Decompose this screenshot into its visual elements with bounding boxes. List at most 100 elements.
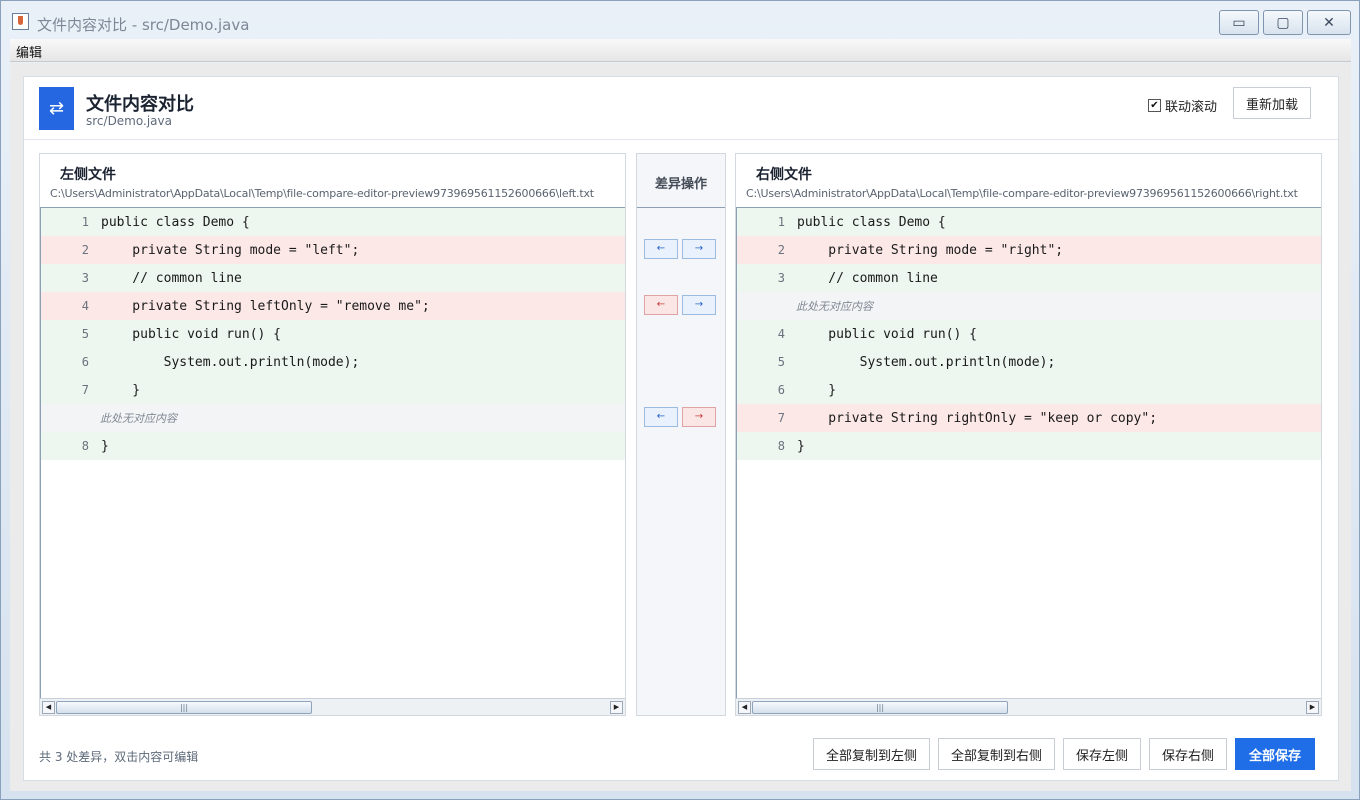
copy-to-right-button[interactable]: →	[682, 239, 716, 259]
save-all-button[interactable]: 全部保存	[1235, 738, 1315, 770]
java-app-icon	[12, 13, 29, 30]
line-number: 5	[81, 327, 89, 341]
scroll-left-icon[interactable]: ◀	[738, 701, 751, 714]
line-number: 1	[81, 215, 89, 229]
copy-to-right-button[interactable]: →	[682, 295, 716, 315]
line-text: private String mode = "right";	[797, 242, 1064, 258]
code-line[interactable]: 3 // common line	[41, 264, 625, 292]
code-line[interactable]: 3 // common line	[737, 264, 1321, 292]
checkbox-checked-icon[interactable]: ✔	[1148, 99, 1161, 112]
save-left-button[interactable]: 保存左侧	[1063, 738, 1141, 770]
left-code-view[interactable]: 1 public class Demo { 2 private String mod…	[40, 207, 625, 698]
line-text: // common line	[797, 270, 938, 286]
code-line[interactable]: 1 public class Demo {	[737, 208, 1321, 236]
scroll-thumb[interactable]: |||	[56, 701, 312, 714]
code-line[interactable]: 2 private String mode = "left";	[41, 236, 625, 264]
line-text: }	[101, 438, 109, 454]
line-number: 8	[777, 439, 785, 453]
ops-divider	[637, 207, 725, 208]
right-horizontal-scrollbar[interactable]: ◀ ||| ▶	[736, 698, 1321, 715]
line-text: private String leftOnly = "remove me";	[101, 298, 430, 314]
line-number: 2	[777, 243, 785, 257]
code-line[interactable]: 2 private String mode = "right";	[737, 236, 1321, 264]
line-number: 1	[777, 215, 785, 229]
copy-to-left-button[interactable]: ←	[644, 239, 678, 259]
reload-button[interactable]: 重新加载	[1233, 87, 1311, 119]
line-number: 6	[777, 383, 785, 397]
sync-scroll-label: 联动滚动	[1165, 100, 1218, 115]
line-text: private String rightOnly = "keep or copy…	[797, 410, 1158, 426]
code-line[interactable]: 4 public void run() {	[737, 320, 1321, 348]
close-button[interactable]: ✕	[1307, 10, 1351, 35]
maximize-button[interactable]: ▢	[1263, 10, 1303, 35]
line-number: 7	[777, 411, 785, 425]
scroll-right-icon[interactable]: ▶	[1306, 701, 1319, 714]
copy-to-left-button[interactable]: ←	[644, 295, 678, 315]
copy-all-to-right-button[interactable]: 全部复制到右侧	[938, 738, 1055, 770]
placeholder-line[interactable]: 此处无对应内容	[41, 404, 625, 432]
minimize-icon: ▭	[1232, 14, 1246, 31]
minimize-button[interactable]: ▭	[1219, 10, 1259, 35]
line-text: System.out.println(mode);	[101, 354, 360, 370]
window-title: 文件内容对比 - src/Demo.java	[37, 16, 250, 34]
code-line[interactable]: 8}	[737, 432, 1321, 460]
menu-edit[interactable]: 编辑	[16, 42, 42, 61]
diff-op-row: ← →	[644, 407, 716, 427]
line-text: System.out.println(mode);	[797, 354, 1056, 370]
maximize-icon: ▢	[1276, 14, 1290, 31]
line-text: public class Demo {	[101, 214, 250, 230]
line-text: public class Demo {	[797, 214, 946, 230]
code-line[interactable]: 6 System.out.println(mode);	[41, 348, 625, 376]
page-subtitle: src/Demo.java	[86, 114, 172, 128]
close-icon: ✕	[1323, 14, 1335, 31]
swap-icon: ⇄	[39, 87, 74, 130]
code-line[interactable]: 5 public void run() {	[41, 320, 625, 348]
line-number: 4	[81, 299, 89, 313]
line-text: }	[797, 438, 805, 454]
compare-card: ⇄ 文件内容对比 src/Demo.java ✔ 联动滚动 重新加载 左侧文件 …	[23, 76, 1339, 781]
right-file-panel: 右侧文件 C:\Users\Administrator\AppData\Loca…	[735, 153, 1322, 716]
scroll-right-icon[interactable]: ▶	[610, 701, 623, 714]
line-number: 8	[81, 439, 89, 453]
line-text: private String mode = "left";	[101, 242, 360, 258]
no-match-placeholder: 此处无对应内容	[100, 412, 177, 425]
line-number: 4	[777, 327, 785, 341]
ops-title: 差异操作	[654, 177, 707, 192]
no-match-placeholder: 此处无对应内容	[796, 300, 873, 313]
code-line[interactable]: 7 }	[41, 376, 625, 404]
scroll-thumb[interactable]: |||	[752, 701, 1008, 714]
title-bar: 文件内容对比 - src/Demo.java ▭ ▢ ✕	[1, 1, 1359, 39]
app-window: 文件内容对比 - src/Demo.java ▭ ▢ ✕ 编辑 ⇄ 文件内容对比…	[0, 0, 1360, 800]
save-right-button[interactable]: 保存右侧	[1149, 738, 1227, 770]
left-horizontal-scrollbar[interactable]: ◀ ||| ▶	[40, 698, 625, 715]
scroll-left-icon[interactable]: ◀	[42, 701, 55, 714]
right-code-view[interactable]: 1 public class Demo { 2 private String mod…	[736, 207, 1321, 698]
code-line[interactable]: 6 }	[737, 376, 1321, 404]
line-number: 7	[81, 383, 89, 397]
window-controls: ▭ ▢ ✕	[1219, 10, 1351, 35]
copy-to-left-button[interactable]: ←	[644, 407, 678, 427]
line-number: 2	[81, 243, 89, 257]
code-line[interactable]: 7 private String rightOnly = "keep or co…	[737, 404, 1321, 432]
diff-op-row: ← →	[644, 239, 716, 259]
line-text: public void run() {	[101, 326, 282, 342]
placeholder-line[interactable]: 此处无对应内容	[737, 292, 1321, 320]
header: ⇄ 文件内容对比 src/Demo.java ✔ 联动滚动 重新加载	[24, 77, 1338, 140]
line-text: public void run() {	[797, 326, 978, 342]
line-number: 3	[81, 271, 89, 285]
right-panel-title: 右侧文件	[756, 167, 812, 183]
copy-to-right-button[interactable]: →	[682, 407, 716, 427]
code-line[interactable]: 8}	[41, 432, 625, 460]
diff-op-row: ← →	[644, 295, 716, 315]
line-text: }	[797, 382, 837, 398]
sync-scroll-toggle[interactable]: ✔ 联动滚动	[1148, 96, 1217, 115]
code-line[interactable]: 5 System.out.println(mode);	[737, 348, 1321, 376]
code-line[interactable]: 1 public class Demo {	[41, 208, 625, 236]
left-file-panel: 左侧文件 C:\Users\Administrator\AppData\Loca…	[39, 153, 626, 716]
line-text: // common line	[101, 270, 242, 286]
code-line[interactable]: 4 private String leftOnly = "remove me";	[41, 292, 625, 320]
copy-all-to-left-button[interactable]: 全部复制到左侧	[813, 738, 930, 770]
content-area: ⇄ 文件内容对比 src/Demo.java ✔ 联动滚动 重新加载 左侧文件 …	[10, 63, 1351, 791]
menu-bar: 编辑	[10, 39, 1351, 62]
diff-status-text: 共 3 处差异，双击内容可编辑	[39, 750, 199, 764]
